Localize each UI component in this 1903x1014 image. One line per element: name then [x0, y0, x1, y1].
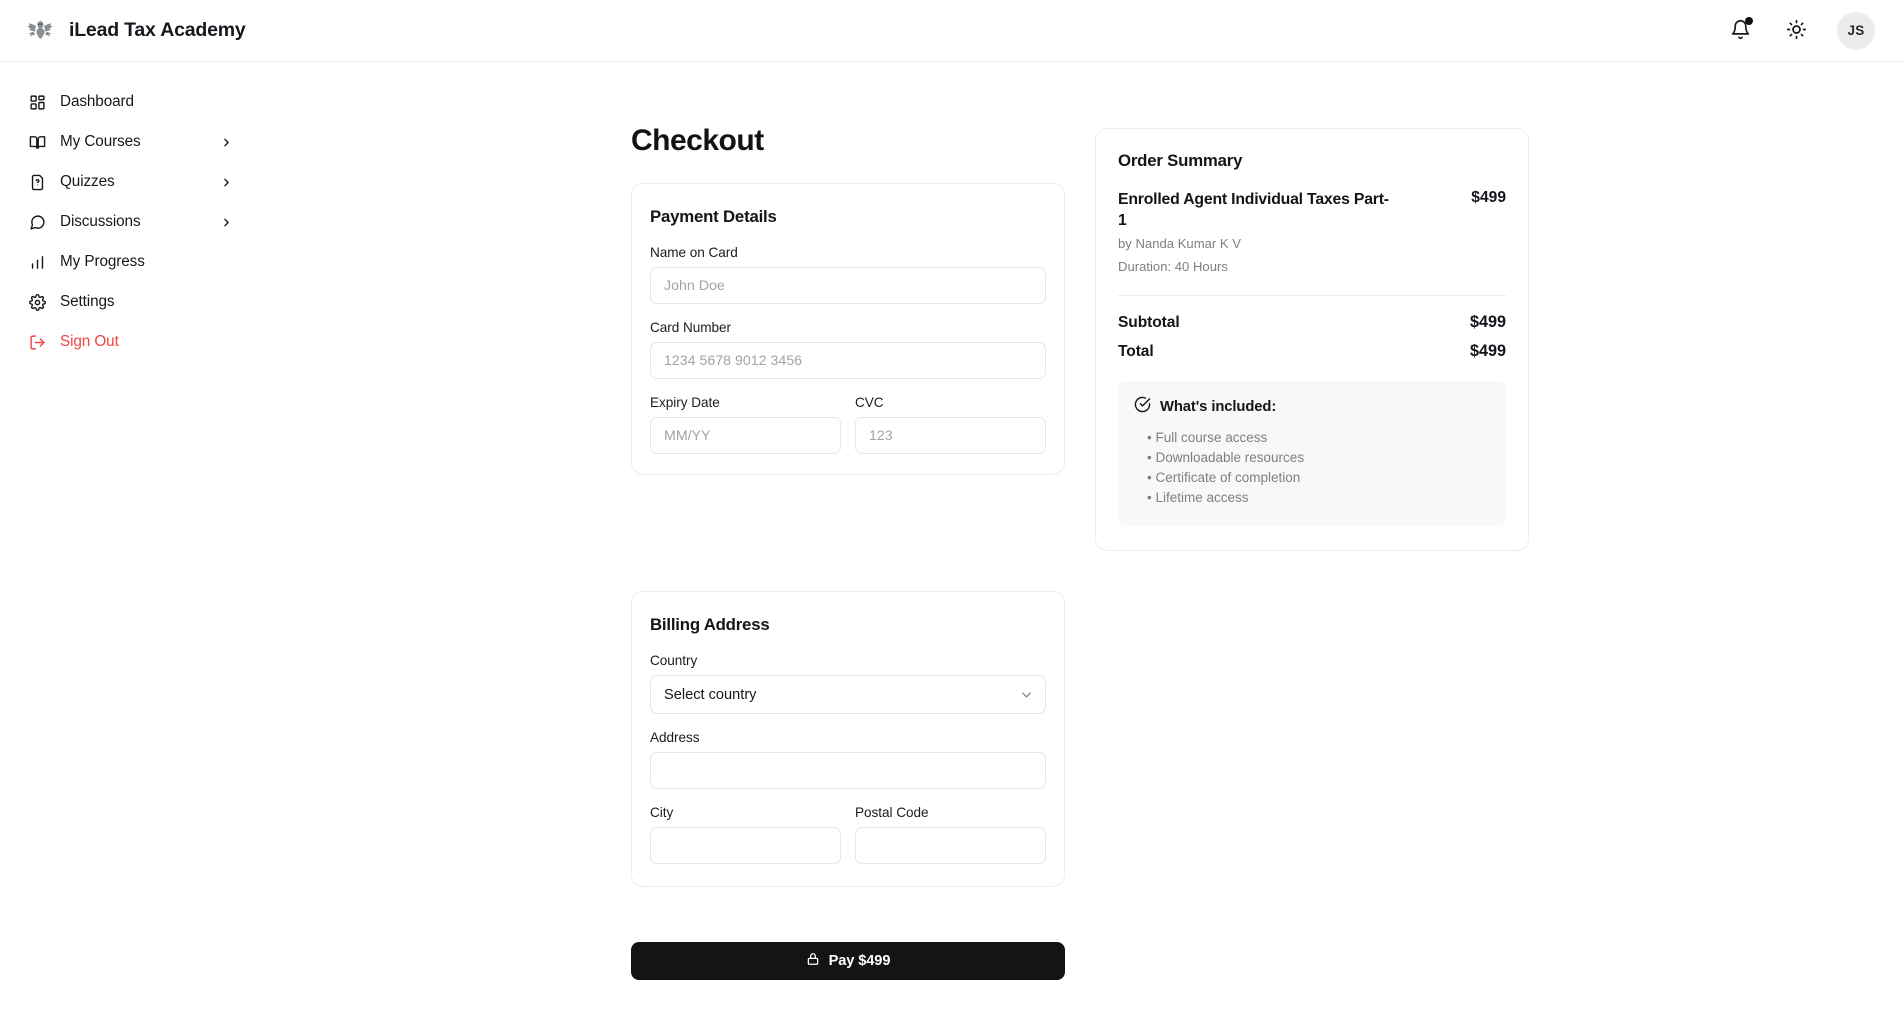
- order-item-instructor: by Nanda Kumar K V: [1118, 235, 1506, 254]
- sidebar-item-label: Quizzes: [60, 173, 115, 191]
- expiry-date-field: Expiry Date: [650, 395, 841, 454]
- sidebar-item-sign-out[interactable]: Sign Out: [0, 322, 255, 362]
- country-select[interactable]: Select country: [650, 675, 1046, 714]
- card-number-label: Card Number: [650, 320, 1046, 335]
- order-item-name: Enrolled Agent Individual Taxes Part-1: [1118, 189, 1390, 231]
- book-icon: [28, 133, 47, 152]
- order-item-row: Enrolled Agent Individual Taxes Part-1 $…: [1118, 189, 1506, 231]
- subtotal-value: $499: [1470, 313, 1506, 332]
- order-item-price: $499: [1471, 189, 1506, 207]
- order-item-duration: Duration: 40 Hours: [1118, 258, 1506, 277]
- postal-code-input[interactable]: [855, 827, 1046, 864]
- page-title: Checkout: [631, 124, 764, 158]
- chevron-right-icon[interactable]: [219, 215, 233, 229]
- list-item: • Full course access: [1147, 428, 1490, 448]
- sidebar-item-label: My Courses: [60, 133, 141, 151]
- bar-chart-icon: [28, 253, 47, 272]
- name-on-card-label: Name on Card: [650, 245, 1046, 260]
- card-number-input[interactable]: [650, 342, 1046, 379]
- header-actions: JS: [1725, 12, 1875, 50]
- check-circle-icon: [1134, 396, 1151, 418]
- order-item: Enrolled Agent Individual Taxes Part-1 $…: [1118, 189, 1506, 276]
- address-label: Address: [650, 730, 1046, 745]
- total-value: $499: [1470, 342, 1506, 361]
- city-input[interactable]: [650, 827, 841, 864]
- notification-badge-dot: [1745, 17, 1753, 25]
- logout-icon: [28, 333, 47, 352]
- sidebar-item-label: Dashboard: [60, 93, 134, 111]
- brand-title: iLead Tax Academy: [69, 19, 246, 42]
- sidebar: Dashboard My Courses Quizzes: [0, 62, 255, 1014]
- cvc-input[interactable]: [855, 417, 1046, 454]
- expiry-date-label: Expiry Date: [650, 395, 841, 410]
- city-postal-row: City Postal Code: [650, 805, 1046, 864]
- city-field: City: [650, 805, 841, 864]
- cvc-label: CVC: [855, 395, 1046, 410]
- summary-divider: [1118, 295, 1506, 296]
- total-row: Total $499: [1118, 342, 1506, 361]
- sidebar-item-settings[interactable]: Settings: [0, 282, 255, 322]
- name-on-card-field: Name on Card: [650, 245, 1046, 304]
- list-item: • Lifetime access: [1147, 488, 1490, 508]
- chevron-right-icon[interactable]: [219, 175, 233, 189]
- total-label: Total: [1118, 343, 1154, 361]
- country-field: Country Select country: [650, 653, 1046, 714]
- address-field: Address: [650, 730, 1046, 789]
- whats-included-header: What's included:: [1134, 396, 1490, 418]
- pay-button-label: Pay $499: [829, 953, 891, 969]
- cvc-field: CVC: [855, 395, 1046, 454]
- sidebar-item-label: Sign Out: [60, 333, 119, 351]
- chevron-right-icon[interactable]: [219, 135, 233, 149]
- message-icon: [28, 213, 47, 232]
- whats-included-list: • Full course access • Downloadable reso…: [1134, 428, 1490, 508]
- sidebar-item-my-courses[interactable]: My Courses: [0, 122, 255, 162]
- order-summary-heading: Order Summary: [1118, 151, 1506, 171]
- lock-icon: [806, 952, 820, 970]
- address-input[interactable]: [650, 752, 1046, 789]
- sidebar-item-discussions[interactable]: Discussions: [0, 202, 255, 242]
- notifications-button[interactable]: [1725, 16, 1755, 46]
- subtotal-label: Subtotal: [1118, 314, 1180, 332]
- pay-button[interactable]: Pay $499: [631, 942, 1065, 980]
- file-question-icon: [28, 173, 47, 192]
- eagle-logo-icon: [22, 14, 58, 48]
- billing-address-heading: Billing Address: [650, 615, 1046, 635]
- expiry-cvc-row: Expiry Date CVC: [650, 395, 1046, 454]
- order-summary-card: Order Summary Enrolled Agent Individual …: [1095, 128, 1529, 551]
- sidebar-item-quizzes[interactable]: Quizzes: [0, 162, 255, 202]
- card-number-field: Card Number: [650, 320, 1046, 379]
- whats-included-box: What's included: • Full course access • …: [1118, 381, 1506, 525]
- expiry-date-input[interactable]: [650, 417, 841, 454]
- sidebar-item-label: Discussions: [60, 213, 141, 231]
- name-on-card-input[interactable]: [650, 267, 1046, 304]
- payment-details-heading: Payment Details: [650, 207, 1046, 227]
- postal-code-field: Postal Code: [855, 805, 1046, 864]
- subtotal-row: Subtotal $499: [1118, 313, 1506, 332]
- city-label: City: [650, 805, 841, 820]
- avatar[interactable]: JS: [1837, 12, 1875, 50]
- postal-code-label: Postal Code: [855, 805, 1046, 820]
- theme-toggle-button[interactable]: [1781, 16, 1811, 46]
- sidebar-item-dashboard[interactable]: Dashboard: [0, 82, 255, 122]
- billing-address-card: Billing Address Country Select country A…: [631, 591, 1065, 887]
- brand[interactable]: iLead Tax Academy: [22, 14, 246, 48]
- sidebar-item-my-progress[interactable]: My Progress: [0, 242, 255, 282]
- grid-icon: [28, 93, 47, 112]
- whats-included-title: What's included:: [1160, 399, 1276, 415]
- list-item: • Downloadable resources: [1147, 448, 1490, 468]
- sidebar-item-label: Settings: [60, 293, 114, 311]
- country-select-wrap: Select country: [650, 675, 1046, 714]
- payment-details-card: Payment Details Name on Card Card Number…: [631, 183, 1065, 475]
- app-header: iLead Tax Academy JS: [0, 0, 1903, 62]
- gear-icon: [28, 293, 47, 312]
- sidebar-item-label: My Progress: [60, 253, 145, 271]
- avatar-initials: JS: [1848, 23, 1865, 38]
- country-label: Country: [650, 653, 1046, 668]
- main-content: Checkout Payment Details Name on Card Ca…: [255, 62, 1903, 1014]
- list-item: • Certificate of completion: [1147, 468, 1490, 488]
- sun-icon: [1786, 19, 1807, 43]
